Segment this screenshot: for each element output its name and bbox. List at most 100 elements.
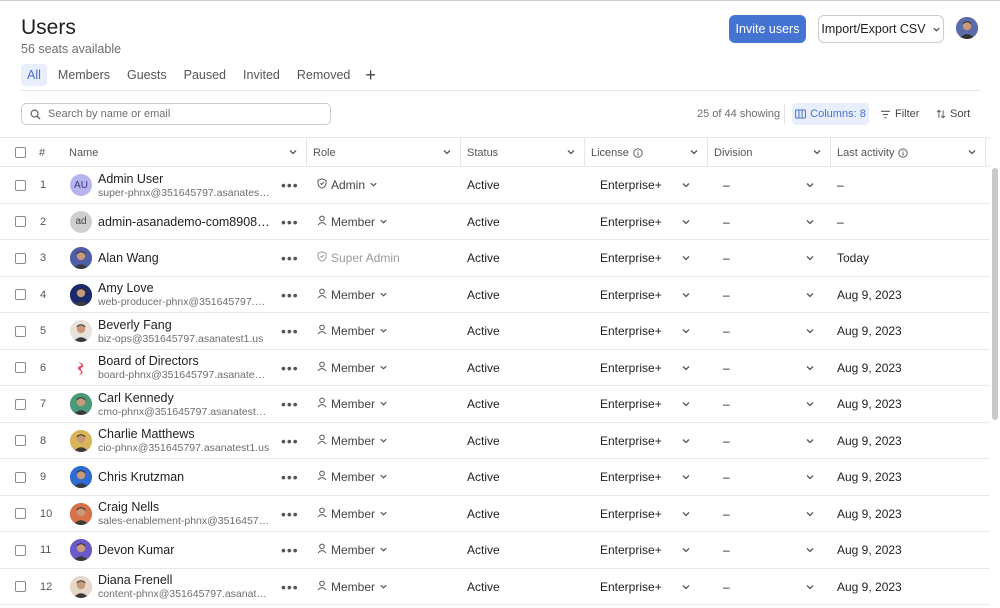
- chevron-down-icon[interactable]: [805, 326, 815, 336]
- role-dropdown[interactable]: Member: [317, 507, 388, 521]
- more-options-icon[interactable]: •••: [281, 579, 299, 595]
- chevron-down-icon[interactable]: [681, 363, 691, 373]
- table-row[interactable]: 12 Diana Frenell content-phnx@351645797.…: [0, 569, 990, 605]
- table-row[interactable]: 11 Devon Kumar ••• Member Active Enterpr…: [0, 532, 990, 569]
- columns-button[interactable]: Columns: 8: [792, 103, 869, 125]
- more-options-icon[interactable]: •••: [281, 287, 299, 303]
- more-options-icon[interactable]: •••: [281, 177, 299, 193]
- user-cell[interactable]: Craig Nells sales-enablement-phnx@351645…: [70, 496, 275, 532]
- division-cell[interactable]: –: [723, 350, 823, 386]
- chevron-down-icon[interactable]: [805, 290, 815, 300]
- row-more-actions[interactable]: •••: [281, 204, 299, 240]
- role-dropdown[interactable]: Member: [317, 470, 388, 484]
- chevron-down-icon[interactable]: [805, 509, 815, 519]
- chevron-down-icon[interactable]: [805, 399, 815, 409]
- chevron-down-icon[interactable]: [805, 363, 815, 373]
- table-row[interactable]: 2 ad admin-asanademo-com8908@35 ••• Memb…: [0, 204, 990, 240]
- current-user-avatar[interactable]: [956, 17, 978, 39]
- table-row[interactable]: 4 Amy Love web-producer-phnx@351645797.a…: [0, 277, 990, 313]
- license-cell[interactable]: Enterprise+: [600, 496, 700, 532]
- table-row[interactable]: 10 Craig Nells sales-enablement-phnx@351…: [0, 496, 990, 532]
- chevron-down-icon[interactable]: [805, 472, 815, 482]
- table-row[interactable]: 7 Carl Kennedy cmo-phnx@351645797.asanat…: [0, 386, 990, 423]
- license-cell[interactable]: Enterprise+: [600, 532, 700, 568]
- division-cell[interactable]: –: [723, 240, 823, 276]
- row-checkbox[interactable]: [15, 216, 26, 227]
- role-cell[interactable]: Member: [317, 350, 457, 386]
- row-checkbox[interactable]: [15, 581, 26, 592]
- user-cell[interactable]: Chris Krutzman: [70, 459, 275, 495]
- role-cell[interactable]: Member: [317, 423, 457, 459]
- row-more-actions[interactable]: •••: [281, 569, 299, 605]
- user-cell[interactable]: Diana Frenell content-phnx@351645797.asa…: [70, 569, 275, 605]
- role-dropdown[interactable]: Member: [317, 288, 388, 302]
- sort-button[interactable]: Sort: [936, 103, 970, 125]
- division-cell[interactable]: –: [723, 459, 823, 495]
- header-license[interactable]: License: [591, 138, 707, 167]
- chevron-down-icon[interactable]: [681, 180, 691, 190]
- role-cell[interactable]: Member: [317, 569, 457, 605]
- chevron-down-icon[interactable]: [681, 436, 691, 446]
- row-more-actions[interactable]: •••: [281, 167, 299, 203]
- table-row[interactable]: 8 Charlie Matthews cio-phnx@351645797.as…: [0, 423, 990, 459]
- table-row[interactable]: 6 Board of Directors board-phnx@35164579…: [0, 350, 990, 386]
- role-dropdown[interactable]: Member: [317, 215, 388, 229]
- division-cell[interactable]: –: [723, 532, 823, 568]
- more-options-icon[interactable]: •••: [281, 506, 299, 522]
- table-row[interactable]: 9 Chris Krutzman ••• Member Active Enter…: [0, 459, 990, 496]
- tab-all[interactable]: All: [21, 64, 47, 86]
- division-cell[interactable]: –: [723, 569, 823, 605]
- row-more-actions[interactable]: •••: [281, 496, 299, 532]
- division-cell[interactable]: –: [723, 204, 823, 240]
- user-cell[interactable]: Devon Kumar: [70, 532, 275, 568]
- header-division[interactable]: Division: [714, 138, 830, 167]
- row-more-actions[interactable]: •••: [281, 350, 299, 386]
- tab-removed[interactable]: Removed: [291, 64, 357, 86]
- chevron-down-icon[interactable]: [681, 290, 691, 300]
- role-dropdown[interactable]: Admin: [317, 178, 378, 192]
- row-more-actions[interactable]: •••: [281, 459, 299, 495]
- select-all-checkbox[interactable]: [15, 147, 26, 158]
- license-cell[interactable]: Enterprise+: [600, 386, 700, 422]
- role-cell[interactable]: Member: [317, 496, 457, 532]
- header-name[interactable]: Name: [69, 138, 306, 167]
- chevron-down-icon[interactable]: [681, 399, 691, 409]
- info-icon[interactable]: [898, 147, 909, 158]
- license-cell[interactable]: Enterprise+: [600, 350, 700, 386]
- role-cell[interactable]: Member: [317, 277, 457, 313]
- more-options-icon[interactable]: •••: [281, 214, 299, 230]
- table-row[interactable]: 5 Beverly Fang biz-ops@351645797.asanate…: [0, 313, 990, 350]
- license-cell[interactable]: Enterprise+: [600, 569, 700, 605]
- role-dropdown[interactable]: Member: [317, 324, 388, 338]
- chevron-down-icon[interactable]: [681, 582, 691, 592]
- division-cell[interactable]: –: [723, 423, 823, 459]
- user-cell[interactable]: Amy Love web-producer-phnx@351645797.asa…: [70, 277, 275, 313]
- tab-members[interactable]: Members: [52, 64, 116, 86]
- row-more-actions[interactable]: •••: [281, 532, 299, 568]
- row-checkbox[interactable]: [15, 179, 26, 191]
- more-options-icon[interactable]: •••: [281, 433, 299, 449]
- chevron-down-icon[interactable]: [805, 217, 815, 227]
- role-cell[interactable]: Member: [317, 532, 457, 568]
- more-options-icon[interactable]: •••: [281, 250, 299, 266]
- header-role[interactable]: Role: [313, 138, 460, 167]
- division-cell[interactable]: –: [723, 313, 823, 349]
- header-last-activity[interactable]: Last activity: [837, 138, 985, 167]
- division-cell[interactable]: –: [723, 167, 823, 203]
- user-cell[interactable]: Board of Directors board-phnx@351645797.…: [70, 350, 275, 386]
- license-cell[interactable]: Enterprise+: [600, 204, 700, 240]
- chevron-down-icon[interactable]: [805, 180, 815, 190]
- chevron-down-icon[interactable]: [805, 582, 815, 592]
- chevron-down-icon[interactable]: [681, 217, 691, 227]
- tab-paused[interactable]: Paused: [178, 64, 232, 86]
- chevron-down-icon[interactable]: [681, 326, 691, 336]
- user-cell[interactable]: Charlie Matthews cio-phnx@351645797.asan…: [70, 423, 275, 459]
- row-more-actions[interactable]: •••: [281, 423, 299, 459]
- role-dropdown[interactable]: Member: [317, 397, 388, 411]
- user-cell[interactable]: Alan Wang: [70, 240, 275, 276]
- license-cell[interactable]: Enterprise+: [600, 459, 700, 495]
- license-cell[interactable]: Enterprise+: [600, 313, 700, 349]
- role-cell[interactable]: Admin: [317, 167, 457, 203]
- row-checkbox[interactable]: [15, 398, 26, 410]
- chevron-down-icon[interactable]: [805, 253, 815, 263]
